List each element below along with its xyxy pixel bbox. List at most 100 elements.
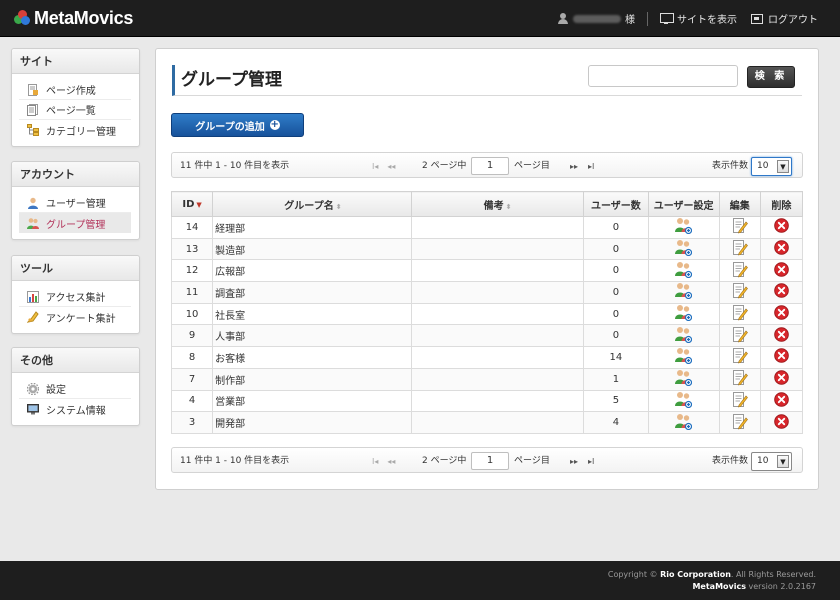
delete-icon[interactable] [774, 392, 789, 410]
sidebar-item[interactable]: ユーザー管理 [19, 193, 131, 213]
delete-icon[interactable] [774, 370, 789, 388]
cell-delete [759, 346, 804, 369]
user-settings-icon[interactable] [675, 261, 693, 281]
edit-icon[interactable] [732, 282, 748, 302]
sidebar-item[interactable]: ページ作成 [19, 80, 131, 100]
user-settings-icon[interactable] [675, 239, 693, 259]
table-row: 3 開発部 4 [170, 411, 804, 434]
user-settings-icon[interactable] [675, 282, 693, 302]
per-page-value: 10 [757, 161, 769, 171]
top-bar: MetaMovics 様 サイトを表示 ログアウト [0, 0, 840, 37]
cell-note [410, 302, 585, 326]
last-page-icon[interactable]: ▸I [588, 162, 594, 171]
col-user-settings: ユーザー設定 [647, 191, 720, 217]
edit-icon[interactable] [732, 391, 748, 411]
cell-delete [759, 216, 804, 239]
delete-icon[interactable] [774, 261, 789, 280]
edit-icon[interactable] [732, 326, 748, 346]
current-user: 様 [558, 11, 635, 26]
sidebar-item[interactable]: カテゴリー管理 [19, 120, 131, 140]
pager-top: 11 件中 1 - 10 件目を表示 I◂ ◂◂ 2 ページ中 1 ページ目 ▸… [171, 152, 803, 178]
sidebar-item-label: アンケート集計 [46, 313, 116, 325]
main-panel: グループ管理 検 索 グループの追加 + 11 件中 1 - 10 件目を表示 … [155, 48, 819, 490]
delete-icon[interactable] [774, 283, 789, 301]
next-page-icon[interactable]: ▸▸ [570, 457, 578, 466]
delete-icon[interactable] [774, 326, 789, 345]
bar-chart-icon [27, 290, 39, 303]
cell-delete [759, 367, 804, 391]
company-name: Rio Corporation [660, 570, 731, 579]
edit-icon[interactable] [732, 347, 748, 367]
system-info-icon [27, 403, 39, 415]
delete-icon[interactable] [774, 413, 789, 432]
cell-user-count: 5 [583, 389, 649, 413]
per-page-select[interactable]: 10 ▼ [751, 157, 792, 176]
sidebar-section-title: ツール [12, 256, 139, 281]
delete-icon[interactable] [774, 218, 789, 236]
sidebar-item[interactable]: システム情報 [19, 399, 131, 419]
edit-icon[interactable] [732, 239, 748, 259]
cell-edit [718, 324, 761, 348]
delete-icon[interactable] [774, 240, 789, 258]
table-row: 12 広報部 0 [170, 259, 804, 283]
per-page-select[interactable]: 10 ▼ [751, 452, 792, 471]
cell-delete [759, 281, 804, 304]
sidebar-item[interactable]: 設定 [19, 379, 131, 399]
sidebar-item[interactable]: アクセス集計 [19, 287, 131, 307]
page-number-input[interactable]: 1 [471, 157, 509, 175]
edit-icon[interactable] [732, 304, 748, 324]
user-settings-icon[interactable] [675, 391, 693, 411]
page-count-label: 2 ページ中 [422, 456, 467, 466]
search-input[interactable] [588, 65, 738, 87]
view-site-link[interactable]: サイトを表示 [660, 11, 737, 26]
add-group-button[interactable]: グループの追加 + [171, 113, 304, 137]
user-settings-icon[interactable] [675, 304, 693, 324]
col-id[interactable]: ID ▼ [170, 191, 214, 217]
prev-page-icon[interactable]: ◂◂ [387, 457, 395, 466]
edit-icon[interactable] [732, 413, 748, 433]
col-name[interactable]: グループ名 ⬍ [212, 191, 412, 217]
logout-link[interactable]: ログアウト [751, 11, 818, 26]
delete-icon[interactable] [774, 305, 789, 323]
cell-id: 12 [170, 259, 214, 283]
sidebar-section-title: その他 [12, 348, 139, 373]
page-number-input[interactable]: 1 [471, 452, 509, 470]
sidebar-list: アクセス集計アンケート集計 [12, 281, 139, 333]
cell-group-name: 社長室 [212, 302, 412, 326]
sidebar-item[interactable]: ページ一覧 [19, 100, 131, 120]
user-settings-icon[interactable] [675, 413, 693, 433]
user-settings-icon[interactable] [675, 217, 693, 237]
cell-user-count: 0 [583, 281, 649, 304]
cell-edit [718, 216, 761, 239]
sidebar-item[interactable]: グループ管理 [19, 213, 131, 233]
edit-icon[interactable] [732, 369, 748, 389]
per-page-label: 表示件数 [712, 161, 749, 171]
pager-prev-nav: I◂ ◂◂ [372, 448, 404, 474]
app-logo[interactable]: MetaMovics [14, 8, 133, 28]
edit-icon[interactable] [732, 261, 748, 281]
cell-edit [718, 237, 761, 261]
first-page-icon[interactable]: I◂ [372, 162, 378, 171]
edit-icon[interactable] [732, 217, 748, 237]
user-settings-icon[interactable] [675, 369, 693, 389]
user-settings-icon[interactable] [675, 326, 693, 346]
sort-desc-icon: ▼ [196, 200, 202, 209]
cell-delete [759, 324, 804, 348]
next-page-icon[interactable]: ▸▸ [570, 162, 578, 171]
cell-id: 7 [170, 367, 214, 391]
cell-user-settings [647, 411, 720, 434]
sidebar-item[interactable]: アンケート集計 [19, 307, 131, 327]
cell-user-settings [647, 281, 720, 304]
first-page-icon[interactable]: I◂ [372, 457, 378, 466]
cell-note [410, 411, 585, 434]
cell-id: 8 [170, 346, 214, 369]
search-button[interactable]: 検 索 [747, 66, 795, 88]
prev-page-icon[interactable]: ◂◂ [387, 162, 395, 171]
delete-icon[interactable] [774, 348, 789, 366]
last-page-icon[interactable]: ▸I [588, 457, 594, 466]
table-row: 11 調査部 0 [170, 281, 804, 304]
user-settings-icon[interactable] [675, 347, 693, 367]
col-note[interactable]: 備考 ⬍ [410, 191, 585, 217]
plus-icon: + [269, 119, 280, 130]
sidebar-section-title: サイト [12, 49, 139, 74]
